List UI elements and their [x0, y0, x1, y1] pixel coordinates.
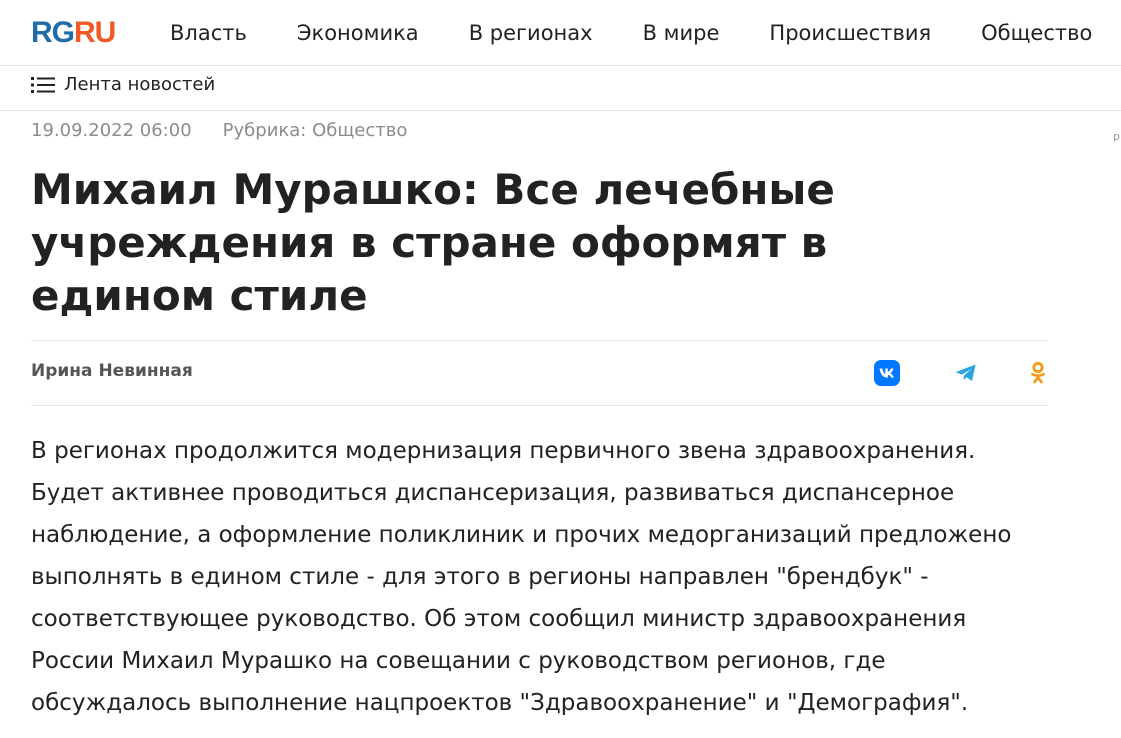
sub-bar: Лента новостей — [0, 66, 1121, 111]
article-rubric[interactable]: Рубрика: Общество — [223, 120, 408, 141]
main-nav: Власть Экономика В регионах В мире Проис… — [170, 20, 1092, 46]
share-vk-button[interactable] — [874, 360, 900, 386]
share-telegram-button[interactable] — [953, 360, 979, 386]
nav-item-incidents[interactable]: Происшествия — [769, 20, 931, 46]
logo-rg: RG — [31, 16, 75, 49]
article-lead: В регионах продолжится модернизация перв… — [31, 438, 1012, 716]
article-date: 19.09.2022 06:00 — [31, 120, 192, 141]
article-title: Михаил Мурашко: Все лечебные учреждения … — [31, 165, 835, 320]
news-feed-link[interactable]: Лента новостей — [31, 74, 215, 95]
share-ok-button[interactable] — [1025, 360, 1051, 386]
edge-fragment: р — [1113, 130, 1120, 143]
author-name[interactable]: Ирина Невинная — [31, 361, 193, 381]
nav-item-regions[interactable]: В регионах — [469, 20, 593, 46]
top-bar: RGRU Власть Экономика В регионах В мире … — [0, 0, 1121, 66]
news-feed-label: Лента новостей — [64, 74, 216, 95]
author-row: Ирина Невинная — [31, 340, 1048, 406]
telegram-icon — [955, 364, 976, 381]
nav-item-vlast[interactable]: Власть — [170, 20, 247, 46]
nav-item-economy[interactable]: Экономика — [297, 20, 419, 46]
site-logo[interactable]: RGRU — [31, 16, 116, 49]
vk-icon — [874, 360, 900, 386]
nav-item-society[interactable]: Общество — [981, 20, 1092, 46]
logo-ru: RU — [74, 16, 116, 49]
odnoklassniki-icon — [1031, 361, 1045, 384]
list-icon — [31, 76, 55, 93]
nav-item-world[interactable]: В мире — [643, 20, 720, 46]
article-meta: 19.09.2022 06:00 Рубрика: Общество — [31, 120, 407, 141]
